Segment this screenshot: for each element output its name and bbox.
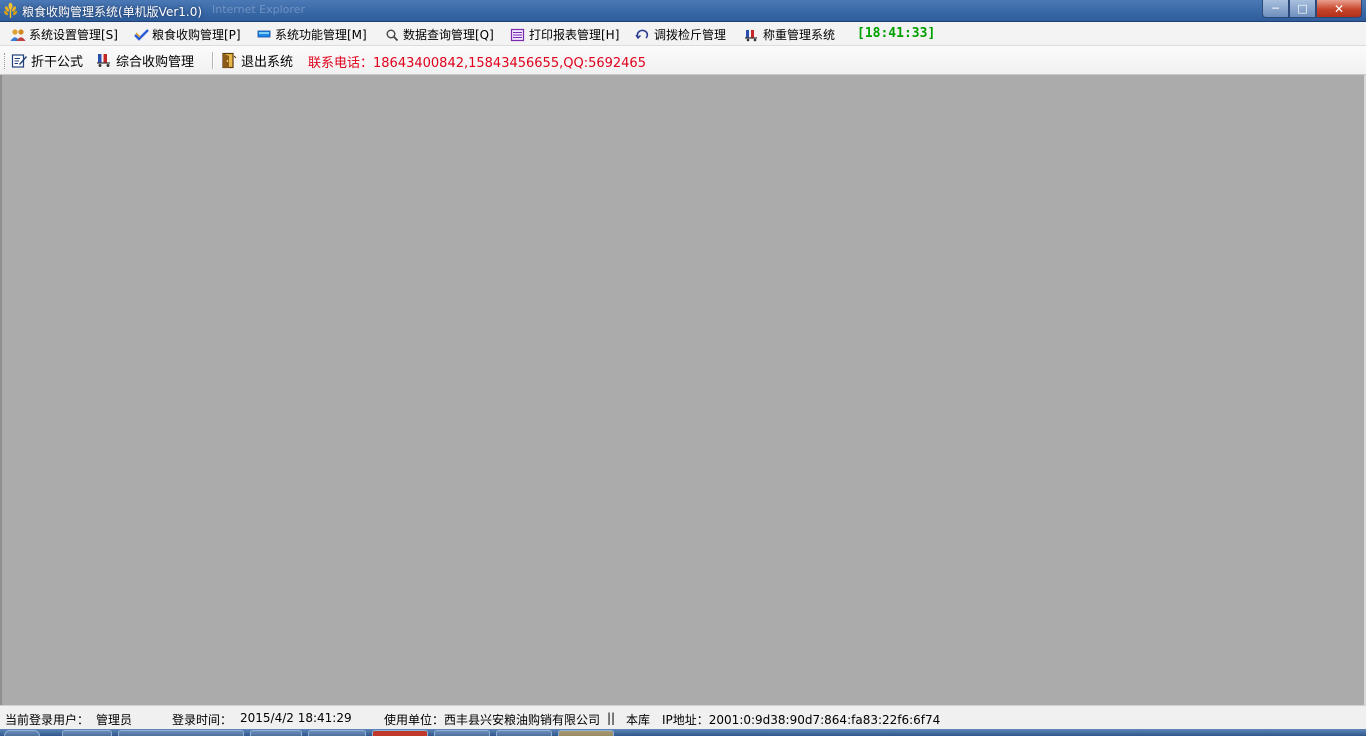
minimize-button[interactable]: ─: [1262, 0, 1289, 18]
window-controls: ─ □ ✕: [1262, 0, 1362, 18]
scale-cart-icon: [745, 29, 757, 41]
os-taskbar: [0, 729, 1366, 736]
status-database: 本库: [626, 713, 651, 727]
mdi-workspace[interactable]: [0, 75, 1366, 705]
clock-display: [18:41:33]: [857, 26, 936, 41]
toolbar-label: 综合收购管理: [116, 55, 195, 70]
menu-label: 系统功能管理[M]: [275, 28, 367, 42]
monitor-icon: [257, 30, 271, 37]
background-window-title: Internet Explorer: [212, 3, 305, 16]
menu-label: 打印报表管理[H]: [529, 28, 620, 42]
toolbar-exit-button[interactable]: 退出系统: [220, 51, 293, 70]
scale-cart-icon: [97, 54, 110, 67]
toolbar-grip[interactable]: [4, 53, 7, 69]
toolbar-separator: [212, 52, 214, 69]
menu-system-functions[interactable]: 系统功能管理[M]: [257, 26, 367, 43]
close-button[interactable]: ✕: [1316, 0, 1362, 18]
taskbar-button[interactable]: [118, 730, 244, 736]
menu-label: 称重管理系统: [763, 28, 836, 42]
taskbar-button[interactable]: [62, 730, 112, 736]
taskbar-button[interactable]: [372, 730, 428, 736]
status-login-label: 登录时间：: [172, 713, 233, 727]
menu-weighing-system[interactable]: 称重管理系统: [744, 26, 835, 43]
menu-label: 粮食收购管理[P]: [152, 28, 241, 42]
toolbar-label: 退出系统: [241, 55, 294, 70]
exit-door-icon: [222, 52, 237, 69]
grain-check-icon: [134, 28, 149, 41]
toolbar-label: 折干公式: [31, 55, 84, 70]
menu-label: 调拨检斤管理: [654, 28, 727, 42]
menu-bar: 系统设置管理[S] 粮食收购管理[P] 系统功能管理[M] 数据查询管理[Q] …: [0, 22, 1366, 46]
taskbar-button[interactable]: [308, 730, 366, 736]
status-separator: ||: [607, 711, 616, 725]
wheat-app-icon: [4, 2, 17, 18]
users-icon: [10, 28, 26, 41]
edit-formula-icon: [11, 54, 27, 68]
menu-label: 数据查询管理[Q]: [403, 28, 494, 42]
status-ip: IP地址：2001:0:9d38:90d7:864:fa83:22f6:6f74: [662, 713, 941, 727]
menu-system-settings[interactable]: 系统设置管理[S]: [10, 26, 118, 43]
maximize-button[interactable]: □: [1289, 0, 1316, 18]
status-unit: 使用单位：西丰县兴安粮油购销有限公司: [384, 713, 601, 727]
status-user-value: 管理员: [96, 713, 133, 727]
contact-info: 联系电话：18643400842,15843456655,QQ:5692465: [308, 56, 646, 71]
report-icon: [510, 28, 525, 41]
transfer-icon: [635, 29, 649, 39]
window-title: 粮食收购管理系统(单机版Ver1.0): [22, 5, 203, 19]
toolbar-comprehensive-purchase-button[interactable]: 综合收购管理: [96, 51, 194, 70]
magnifier-icon: [386, 29, 399, 41]
menu-data-query[interactable]: 数据查询管理[Q]: [385, 26, 494, 43]
menu-label: 系统设置管理[S]: [29, 28, 118, 42]
window-titlebar[interactable]: 粮食收购管理系统(单机版Ver1.0) Internet Explorer ─ …: [0, 0, 1366, 22]
taskbar-button[interactable]: [496, 730, 552, 736]
toolbar-drying-formula-button[interactable]: 折干公式: [11, 51, 83, 70]
status-login-value: 2015/4/2 18:41:29: [240, 711, 352, 725]
menu-grain-purchase[interactable]: 粮食收购管理[P]: [134, 26, 241, 43]
status-bar: 当前登录用户： 管理员 登录时间： 2015/4/2 18:41:29 使用单位…: [0, 705, 1366, 729]
toolbar: 折干公式 综合收购管理 退出系统 联系电话：18643400842,158434…: [0, 46, 1366, 75]
menu-transfer-weighing[interactable]: 调拨检斤管理: [635, 26, 726, 43]
taskbar-button[interactable]: [434, 730, 490, 736]
status-user-label: 当前登录用户：: [5, 713, 90, 727]
taskbar-button[interactable]: [250, 730, 302, 736]
start-button[interactable]: [4, 730, 40, 736]
taskbar-button[interactable]: [558, 730, 614, 736]
menu-print-reports[interactable]: 打印报表管理[H]: [510, 26, 619, 43]
